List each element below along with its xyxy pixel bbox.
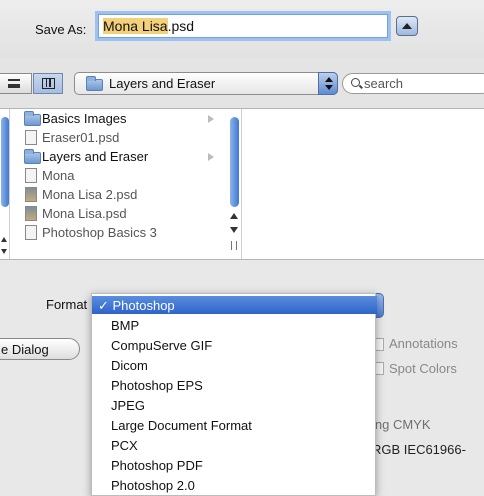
menu-item[interactable]: Photoshop EPS (92, 376, 377, 394)
menu-item-label: JPEG (111, 398, 145, 413)
file-browser: Basics Images Eraser01.psd Layers and Er… (0, 108, 484, 260)
profile-text: RGB IEC61966- (372, 442, 466, 457)
psd-file-icon (25, 130, 37, 145)
menu-item[interactable]: Photoshop 2.0 (92, 476, 377, 494)
location-popup[interactable]: Layers and Eraser (74, 72, 338, 95)
menu-item-label: Photoshop 2.0 (111, 478, 195, 493)
filename-selection: Mona Lisa (103, 18, 168, 34)
menu-item[interactable]: PCX (92, 436, 377, 454)
menu-item[interactable]: Photoshop PDF (92, 456, 377, 474)
item-name: Mona Lisa 2.psd (42, 187, 138, 202)
cmyk-text: ing CMYK (372, 417, 431, 432)
save-as-bar: Save As: Mona Lisa.psd (0, 0, 484, 58)
scrollbar-thumb[interactable] (230, 117, 239, 207)
column-view-icon (42, 78, 55, 89)
folder-icon (24, 149, 41, 164)
list-item[interactable]: Basics Images (14, 109, 226, 128)
menu-item[interactable]: CompuServe GIF (92, 336, 377, 354)
menu-item-photoshop[interactable]: ✓ Photoshop (92, 296, 377, 314)
menu-item-label: Dicom (111, 358, 148, 373)
menu-item-label: ✓ Photoshop (98, 298, 175, 313)
list-item[interactable]: Layers and Eraser (14, 147, 226, 166)
item-name: Eraser01.psd (42, 130, 120, 145)
location-label: Layers and Eraser (109, 76, 216, 91)
scroll-up-arrow-icon[interactable] (230, 213, 238, 219)
list-item[interactable]: Mona Lisa.psd (14, 204, 226, 223)
files-scrollbar[interactable] (228, 115, 240, 255)
list-view-button[interactable] (0, 73, 32, 94)
format-label: Format (46, 297, 88, 312)
folder-icon (86, 76, 103, 91)
scroll-up-arrow-icon[interactable] (1, 237, 7, 242)
format-menu: ✓ Photoshop BMP CompuServe GIF Dicom Pho… (91, 293, 377, 496)
spot-colors-label: Spot Colors (389, 361, 457, 376)
collapse-toggle-button[interactable] (396, 16, 418, 36)
menu-item[interactable]: Dicom (92, 356, 377, 374)
dialog-button-label: e Dialog (1, 342, 49, 357)
dialog-button[interactable]: e Dialog (0, 338, 80, 360)
chevron-right-icon (208, 115, 214, 123)
list-view-icon (8, 79, 20, 88)
item-name: Layers and Eraser (42, 149, 149, 164)
item-name: Photoshop Basics 3 (42, 225, 157, 240)
menu-item-label: Photoshop EPS (111, 378, 203, 393)
document-icon (25, 225, 37, 240)
browser-toolbar: Layers and Eraser search (0, 58, 484, 108)
scroll-down-arrow-icon[interactable] (230, 227, 238, 233)
menu-item-label: BMP (111, 318, 140, 333)
menu-item[interactable]: BMP (92, 316, 377, 334)
save-as-label: Save As: (35, 22, 87, 37)
search-field[interactable]: search (342, 73, 484, 94)
image-file-icon (25, 187, 37, 202)
menu-item[interactable]: JPEG (92, 396, 377, 414)
menu-item-label: PCX (111, 438, 138, 453)
column-resize-grip-icon[interactable] (231, 241, 237, 250)
annotations-label: Annotations (389, 336, 458, 351)
folder-icon (24, 111, 41, 126)
item-name: Mona Lisa.psd (42, 206, 127, 221)
browser-column-files: Basics Images Eraser01.psd Layers and Er… (14, 109, 242, 259)
scroll-down-arrow-icon[interactable] (1, 249, 7, 254)
list-item[interactable]: Eraser01.psd (14, 128, 226, 147)
item-name: Mona (42, 168, 75, 183)
list-item[interactable]: Photoshop Basics 3 (14, 223, 226, 242)
column-view-button[interactable] (33, 73, 63, 94)
chevron-right-icon (208, 153, 214, 161)
search-placeholder: search (364, 76, 404, 91)
menu-item-label: CompuServe GIF (111, 338, 213, 353)
filename-extension: .psd (167, 18, 195, 34)
list-item[interactable]: Mona Lisa 2.psd (14, 185, 226, 204)
document-icon (25, 168, 37, 183)
scrollbar-thumb[interactable] (1, 117, 9, 207)
menu-item[interactable]: Large Document Format (92, 416, 377, 434)
list-item[interactable]: Mona (14, 166, 226, 185)
browser-column-left (0, 109, 10, 259)
image-file-icon (25, 206, 37, 221)
save-as-input[interactable]: Mona Lisa.psd (98, 14, 388, 38)
menu-item-label: Photoshop PDF (111, 458, 203, 473)
popup-arrows-icon[interactable] (318, 72, 338, 95)
item-name: Basics Images (42, 111, 127, 126)
search-icon (351, 78, 360, 87)
menu-item-label: Large Document Format (111, 418, 252, 433)
